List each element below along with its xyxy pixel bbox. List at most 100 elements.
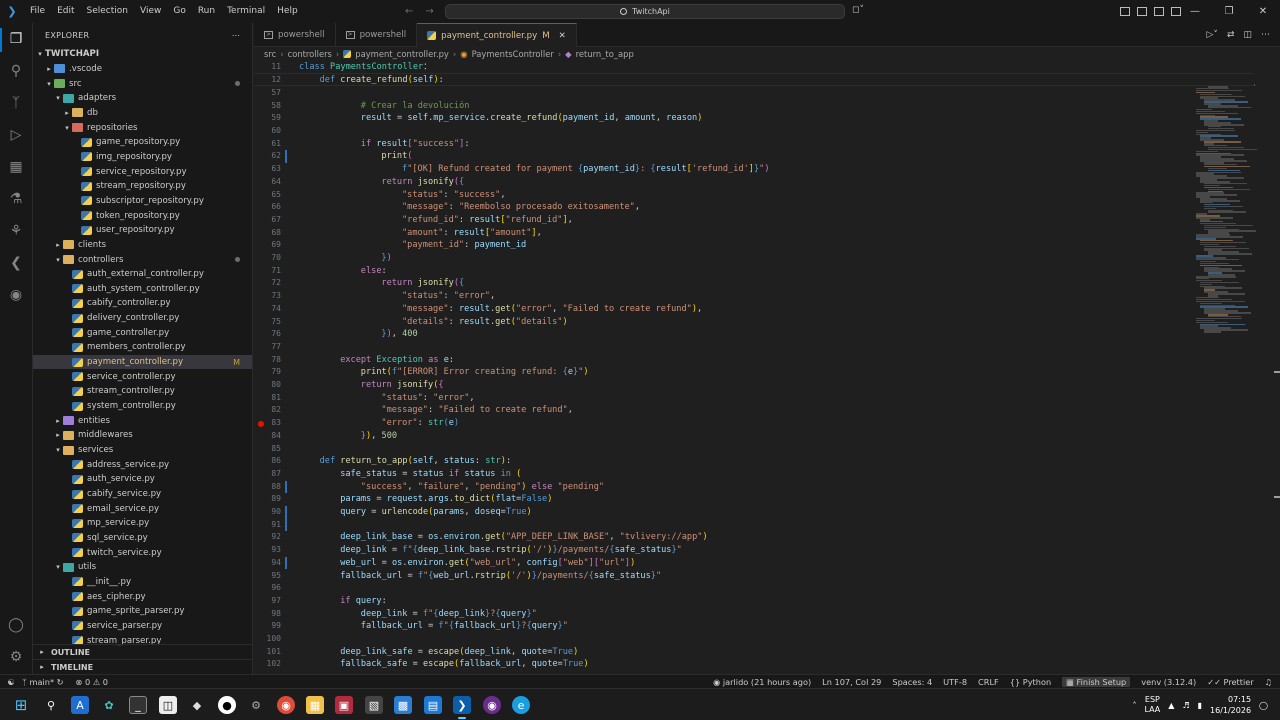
line-number[interactable]: 86 bbox=[254, 455, 281, 468]
split-editor-icon[interactable]: ◫ bbox=[1243, 30, 1252, 40]
file-item[interactable]: stream_controller.py bbox=[33, 384, 252, 399]
file-item[interactable]: aes_cipher.py bbox=[33, 589, 252, 604]
file-item[interactable]: twitch_service.py bbox=[33, 545, 252, 560]
file-item[interactable]: user_repository.py bbox=[33, 223, 252, 238]
folder-item[interactable]: ▸ .vscode bbox=[33, 62, 252, 77]
timeline-section[interactable]: ▸ TIMELINE bbox=[33, 659, 252, 674]
folder-item[interactable]: ▸ clients bbox=[33, 238, 252, 253]
line-number[interactable]: 101 bbox=[254, 646, 281, 659]
finish-setup-button[interactable]: ▦ Finish Setup bbox=[1062, 677, 1131, 687]
settings-gear-icon[interactable]: ⚙ bbox=[247, 696, 265, 714]
console-icon[interactable]: ▧ bbox=[365, 696, 383, 714]
tab-powershell-2[interactable]: > powershell bbox=[336, 23, 418, 47]
edge-icon[interactable]: e bbox=[512, 696, 530, 714]
line-number[interactable]: 98 bbox=[254, 608, 281, 621]
search-icon[interactable]: ⚲ bbox=[42, 696, 60, 714]
line-number[interactable]: 92 bbox=[254, 531, 281, 544]
file-explorer-icon[interactable]: ▦ bbox=[306, 696, 324, 714]
problems-indicator[interactable]: ⊗ 0 ⚠ 0 bbox=[76, 677, 108, 687]
file-item[interactable]: auth_external_controller.py bbox=[33, 267, 252, 282]
file-item[interactable]: service_parser.py bbox=[33, 619, 252, 634]
line-number[interactable]: 96 bbox=[254, 582, 281, 595]
git-change-marker[interactable] bbox=[285, 150, 287, 164]
file-item[interactable]: auth_service.py bbox=[33, 472, 252, 487]
clock[interactable]: 07:15 16/1/2026 bbox=[1210, 694, 1251, 716]
line-number[interactable]: 69 bbox=[254, 239, 281, 252]
code-editor[interactable]: 11 class PaymentsController： 12 def create_… bbox=[254, 61, 1280, 674]
remote-explorer-icon[interactable]: ❮ bbox=[8, 255, 24, 271]
show-hidden-icons-icon[interactable]: ˄ bbox=[1132, 701, 1136, 710]
menu-view[interactable]: View bbox=[134, 0, 167, 23]
manage-gear-icon[interactable]: ⚙ bbox=[8, 649, 24, 665]
folder-item[interactable]: ▸ db bbox=[33, 106, 252, 121]
line-number[interactable]: 95 bbox=[254, 570, 281, 583]
line-number[interactable]: 58 bbox=[254, 100, 281, 113]
git-branch[interactable]: ᛉ main* ↻ bbox=[22, 677, 64, 687]
azure-icon[interactable]: A bbox=[71, 696, 89, 714]
line-number[interactable]: 65 bbox=[254, 189, 281, 202]
menu-edit[interactable]: Edit bbox=[51, 0, 80, 23]
toggle-primary-sidebar-icon[interactable] bbox=[1120, 7, 1130, 16]
prettier-status[interactable]: ✓✓ Prettier bbox=[1207, 677, 1253, 687]
line-number[interactable]: 100 bbox=[254, 633, 281, 646]
run-debug-icon[interactable]: ▷ bbox=[8, 127, 24, 143]
line-number[interactable]: 66 bbox=[254, 201, 281, 214]
breadcrumb-class[interactable]: PaymentsController bbox=[472, 49, 554, 59]
file-item[interactable]: stream_repository.py bbox=[33, 179, 252, 194]
line-number[interactable]: 102 bbox=[254, 658, 281, 671]
line-number[interactable]: 79 bbox=[254, 366, 281, 379]
line-number[interactable]: 59 bbox=[254, 112, 281, 125]
toggle-secondary-sidebar-icon[interactable] bbox=[1154, 7, 1164, 16]
breadcrumb-method[interactable]: return_to_app bbox=[576, 49, 634, 59]
unity-icon[interactable]: ◫ bbox=[159, 696, 177, 714]
copilot-app-icon[interactable]: ✿ bbox=[100, 696, 118, 714]
line-number[interactable]: 78 bbox=[254, 354, 281, 367]
file-item[interactable]: __init__.py bbox=[33, 575, 252, 590]
folder-item[interactable]: ▾ adapters bbox=[33, 91, 252, 106]
notes-app-icon[interactable]: ▤ bbox=[424, 696, 442, 714]
breadcrumb-file[interactable]: payment_controller.py bbox=[355, 49, 449, 59]
gear-app-icon[interactable]: ◆ bbox=[188, 696, 206, 714]
indentation[interactable]: Spaces: 4 bbox=[892, 677, 932, 687]
line-number[interactable]: 72 bbox=[254, 277, 281, 290]
search-icon[interactable]: ⚲ bbox=[8, 63, 24, 79]
chrome-icon[interactable]: ◉ bbox=[277, 696, 295, 714]
line-number[interactable]: 94 bbox=[254, 557, 281, 570]
scrollbar-marker[interactable] bbox=[1274, 496, 1280, 498]
close-window-icon[interactable]: ✕ bbox=[1246, 0, 1280, 23]
scrollbar-marker[interactable] bbox=[1274, 371, 1280, 373]
line-number[interactable]: 75 bbox=[254, 316, 281, 329]
notifications-bell-icon[interactable]: ♫ bbox=[1265, 677, 1272, 687]
git-change-marker[interactable] bbox=[285, 506, 287, 532]
close-tab-icon[interactable]: ✕ bbox=[559, 31, 566, 41]
file-item[interactable]: delivery_controller.py bbox=[33, 311, 252, 326]
menu-selection[interactable]: Selection bbox=[81, 0, 134, 23]
run-python-icon[interactable]: ▷˅ bbox=[1207, 30, 1218, 40]
wifi-icon[interactable]: ▲ bbox=[1168, 701, 1174, 710]
line-number[interactable]: 62 bbox=[254, 150, 281, 163]
file-item[interactable]: subscriptor_repository.py bbox=[33, 194, 252, 209]
file-item[interactable]: game_controller.py bbox=[33, 325, 252, 340]
toggle-panel-icon[interactable] bbox=[1137, 7, 1147, 16]
python-icon[interactable]: ⚘ bbox=[8, 223, 24, 239]
file-item[interactable]: img_repository.py bbox=[33, 150, 252, 165]
git-change-marker[interactable] bbox=[285, 556, 287, 570]
file-item[interactable]: game_repository.py bbox=[33, 135, 252, 150]
more-actions-icon[interactable]: ⋯ bbox=[232, 31, 240, 40]
calculator-icon[interactable]: ▩ bbox=[394, 696, 412, 714]
file-item[interactable]: mp_service.py bbox=[33, 516, 252, 531]
file-item[interactable]: service_repository.py bbox=[33, 164, 252, 179]
accounts-icon[interactable]: ◯ bbox=[8, 617, 24, 633]
cursor-position[interactable]: Ln 107, Col 29 bbox=[822, 677, 881, 687]
file-item[interactable]: sql_service.py bbox=[33, 531, 252, 546]
line-number[interactable]: 73 bbox=[254, 290, 281, 303]
command-center-search[interactable]: TwitchApi bbox=[445, 4, 845, 19]
line-number[interactable]: 87 bbox=[254, 468, 281, 481]
file-item[interactable]: cabify_controller.py bbox=[33, 296, 252, 311]
line-number[interactable]: 88 bbox=[254, 481, 281, 494]
folder-item[interactable]: ▸ middlewares bbox=[33, 428, 252, 443]
folder-item[interactable]: ▾ repositories bbox=[33, 120, 252, 135]
line-number[interactable]: 12 bbox=[254, 74, 281, 87]
file-item[interactable]: token_repository.py bbox=[33, 208, 252, 223]
line-number[interactable]: 63 bbox=[254, 163, 281, 176]
